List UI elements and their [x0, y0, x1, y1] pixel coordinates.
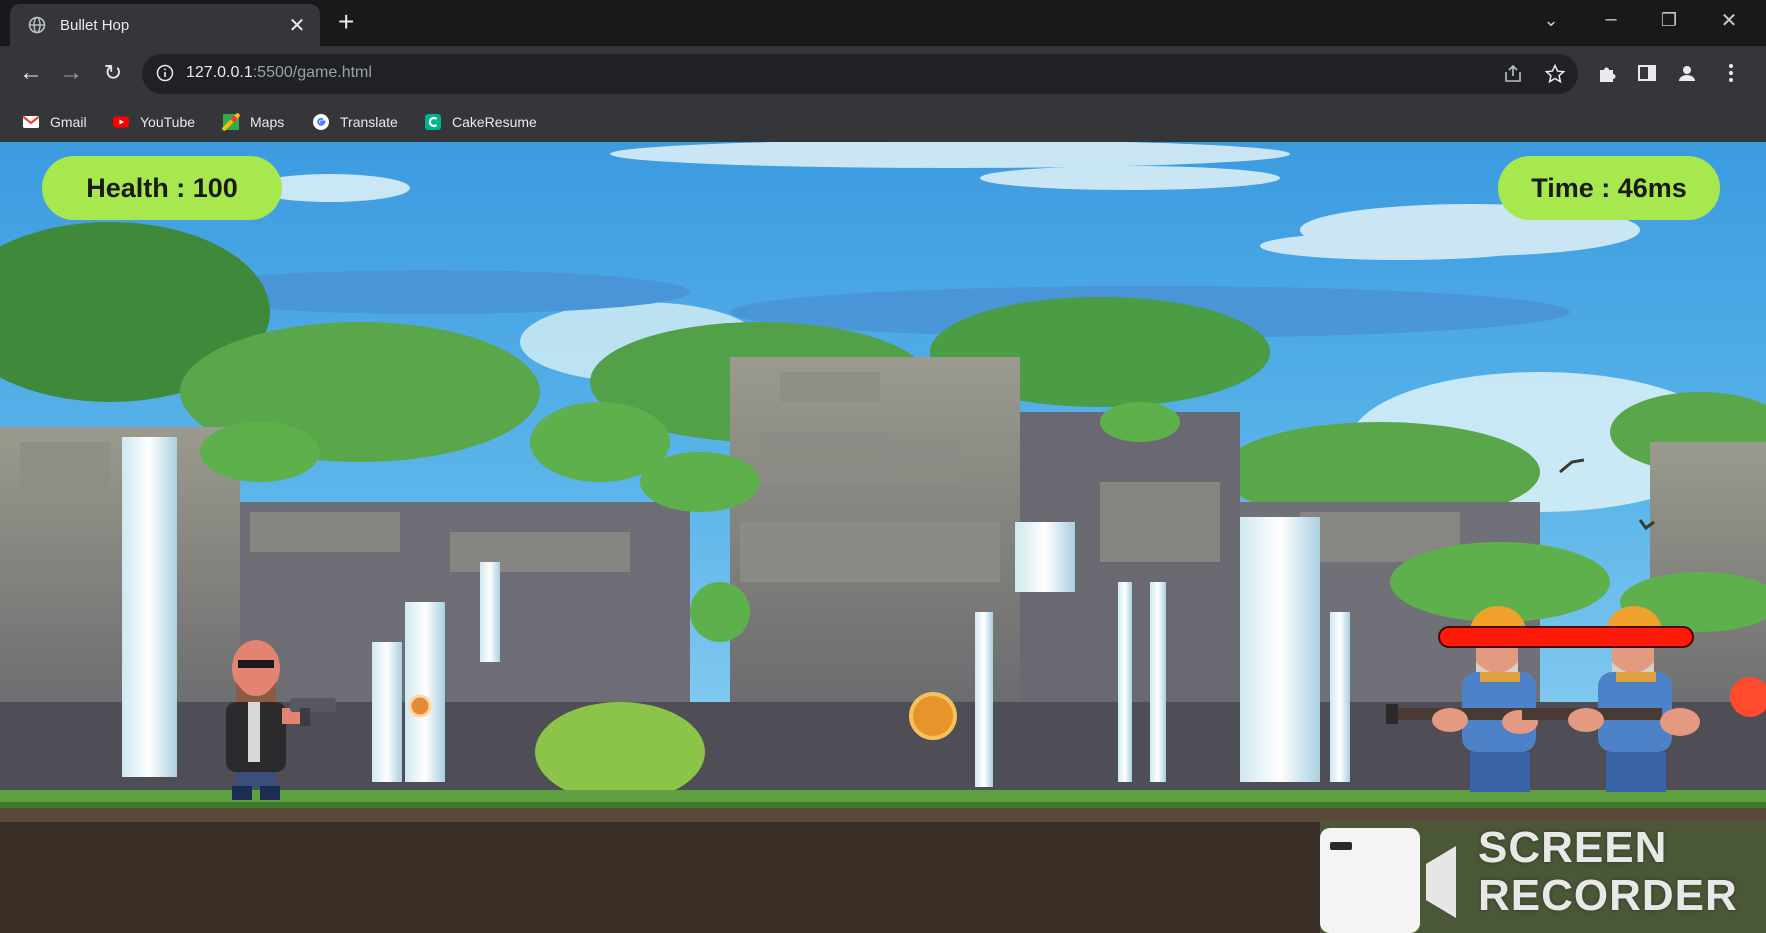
time-display: Time : 46ms — [1498, 156, 1720, 220]
enemy-health-bar — [1438, 626, 1694, 648]
new-tab-icon[interactable]: + — [338, 7, 354, 37]
close-icon[interactable]: ✕ — [286, 13, 308, 38]
youtube-icon — [113, 116, 129, 128]
maps-icon — [222, 113, 240, 131]
forward-icon[interactable]: → — [56, 58, 86, 88]
player-bullet — [408, 694, 432, 718]
watermark-line-2: RECORDER — [1478, 871, 1738, 920]
window-close-icon[interactable]: ✕ — [1714, 8, 1744, 33]
bookmark-youtube[interactable]: YouTube — [112, 112, 195, 132]
back-icon[interactable]: ← — [16, 58, 46, 88]
bookmarks-bar: Gmail YouTube Maps Translate CakeResume — [0, 102, 1766, 142]
restore-icon[interactable]: ❐ — [1654, 10, 1684, 31]
tab-search-chevron-icon[interactable]: ⌄ — [1536, 10, 1566, 31]
bookmark-maps[interactable]: Maps — [222, 112, 284, 132]
cakeresume-icon — [425, 114, 441, 130]
tab-strip: Bullet Hop ✕ + ⌄ – ❐ ✕ — [0, 0, 1766, 46]
minimize-icon[interactable]: – — [1596, 8, 1626, 31]
browser-chrome: Bullet Hop ✕ + ⌄ – ❐ ✕ ← → ↻ 127.0.0.1:5… — [0, 0, 1766, 142]
side-panel-icon[interactable] — [1636, 62, 1658, 84]
toolbar: ← → ↻ 127.0.0.1:5500/game.html — [0, 46, 1766, 102]
gmail-icon — [22, 116, 40, 128]
game-scene — [0, 142, 1766, 933]
url-host: 127.0.0.1 — [186, 64, 253, 81]
bookmark-translate[interactable]: Translate — [312, 112, 398, 132]
watermark-line-1: SCREEN — [1478, 823, 1668, 872]
site-info-icon[interactable] — [156, 64, 174, 82]
globe-icon — [28, 16, 46, 34]
bookmark-gmail[interactable]: Gmail — [22, 112, 87, 132]
bookmark-cakeresume[interactable]: CakeResume — [424, 112, 537, 132]
game-canvas[interactable]: Health : 100 Time : 46ms SCREEN RECORDER — [0, 142, 1766, 933]
health-display: Health : 100 — [42, 156, 282, 220]
watermark-text: SCREEN RECORDER — [1478, 824, 1738, 920]
url-text: 127.0.0.1:5500/game.html — [186, 64, 372, 82]
bookmark-star-icon[interactable] — [1544, 63, 1566, 85]
tab-title: Bullet Hop — [60, 17, 130, 34]
profile-avatar-icon[interactable] — [1676, 62, 1698, 84]
extensions-icon[interactable] — [1596, 62, 1618, 84]
tab-bullet-hop[interactable]: Bullet Hop ✕ — [10, 4, 320, 46]
share-icon[interactable] — [1502, 63, 1524, 85]
enemy-bullet — [909, 692, 957, 740]
reload-icon[interactable]: ↻ — [98, 58, 128, 88]
translate-icon — [313, 114, 329, 130]
address-bar[interactable]: 127.0.0.1:5500/game.html — [142, 54, 1578, 94]
url-path: :5500/game.html — [252, 64, 372, 81]
more-menu-icon[interactable] — [1720, 62, 1742, 84]
